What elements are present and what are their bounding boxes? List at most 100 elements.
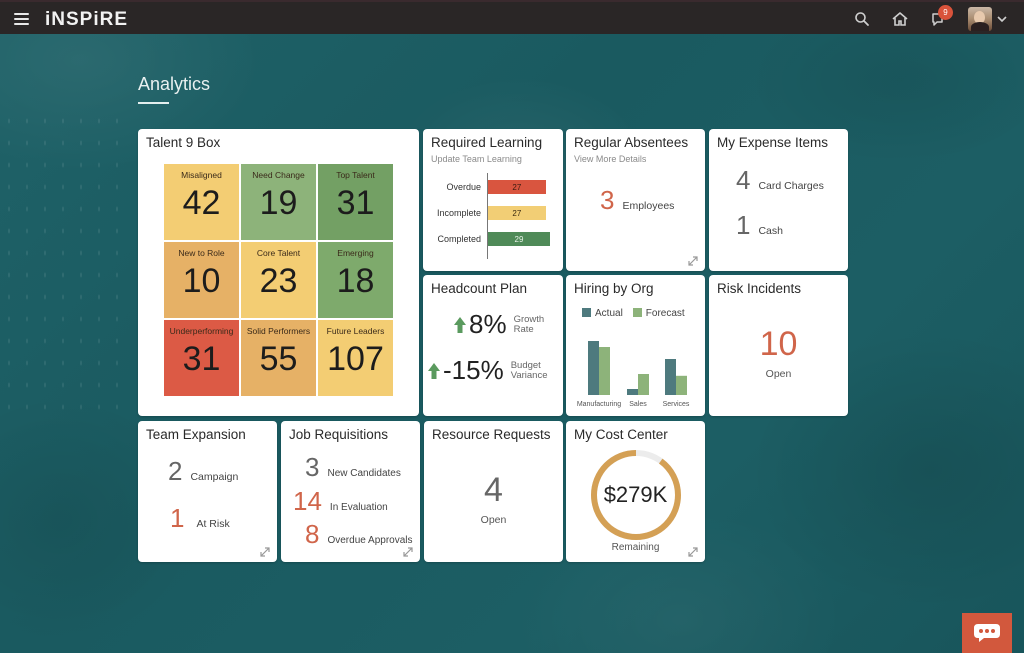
search-icon[interactable] (850, 7, 874, 31)
tile-my-cost-center[interactable]: My Cost Center $279K Remaining (566, 421, 705, 562)
chart-legend: Actual Forecast (582, 308, 685, 319)
legend-item-forecast: Forecast (632, 308, 685, 319)
at-risk-count: 1 (170, 503, 185, 533)
hiring-by-org-chart: Manufacturing Sales Services (577, 341, 690, 408)
update-team-learning-link[interactable]: Update Team Learning (431, 154, 522, 164)
view-more-details-link[interactable]: View More Details (574, 154, 646, 164)
talent-cell[interactable]: Top Talent 31 (318, 164, 393, 240)
chevron-down-icon[interactable] (996, 7, 1010, 31)
user-avatar[interactable] (968, 7, 992, 31)
talent-cell[interactable]: Solid Performers 55 (241, 320, 316, 396)
tile-regular-absentees[interactable]: Regular Absentees View More Details 3 Em… (566, 129, 705, 271)
bar-forecast-services[interactable] (676, 375, 687, 395)
absentees-label: Employees (622, 200, 675, 212)
tile-job-requisitions[interactable]: Job Requisitions 3 New Candidates 14 In … (281, 421, 420, 562)
resource-requests-count: 4 (484, 471, 503, 509)
bar-forecast-manufacturing[interactable] (599, 347, 610, 395)
tile-title: Headcount Plan (431, 281, 528, 296)
notifications-button[interactable]: 9 (926, 5, 953, 31)
menu-icon[interactable] (14, 13, 29, 25)
talent-cell[interactable]: Need Change 19 (241, 164, 316, 240)
new-candidates-stat: 3 New Candidates (305, 452, 401, 483)
bar-forecast-sales[interactable] (638, 374, 649, 395)
home-icon[interactable] (888, 7, 912, 31)
legend-label: Actual (595, 308, 623, 319)
at-risk-stat: 1 At Risk (170, 503, 230, 534)
talent-cell[interactable]: Future Leaders 107 (318, 320, 393, 396)
expand-icon[interactable] (687, 546, 699, 558)
talent-cell-value: 23 (259, 262, 298, 300)
talent-cell-label: Emerging (337, 248, 374, 258)
x-tick-label: Manufacturing (577, 401, 621, 408)
notification-badge: 9 (938, 5, 953, 20)
in-evaluation-stat: 14 In Evaluation (293, 486, 388, 517)
learning-bar-row[interactable]: Completed 29 (423, 232, 563, 246)
risk-incidents-count: 10 (759, 325, 798, 363)
learning-bar-row[interactable]: Overdue 27 (423, 180, 563, 194)
tile-required-learning[interactable]: Required Learning Update Team Learning O… (423, 129, 563, 271)
tile-title: Risk Incidents (717, 281, 802, 296)
cost-center-value: $279K (603, 482, 668, 507)
talent-9-box-grid: Misaligned 42 Need Change 19 Top Talent 31 New… (164, 164, 393, 396)
talent-cell[interactable]: Misaligned 42 (164, 164, 239, 240)
trend-up-icon (428, 362, 440, 379)
talent-cell[interactable]: Core Talent 23 (241, 242, 316, 318)
tile-title: Resource Requests (432, 427, 551, 442)
talent-cell[interactable]: Underperforming 31 (164, 320, 239, 396)
growth-rate-stat: 8% Growth Rate (453, 309, 544, 340)
talent-cell-value: 19 (259, 184, 298, 222)
resource-requests-label: Open (480, 514, 507, 526)
expand-icon[interactable] (687, 255, 699, 267)
tile-my-expense-items[interactable]: My Expense Items 4 Card Charges 1 Cash (709, 129, 848, 271)
bar-actual-sales[interactable] (627, 389, 638, 395)
cash-count: 1 (736, 210, 751, 240)
tile-talent-9-box[interactable]: Talent 9 Box Misaligned 42 Need Change 19 To… (138, 129, 419, 416)
tile-resource-requests[interactable]: Resource Requests 4 Open (424, 421, 563, 562)
tile-title: My Expense Items (717, 135, 829, 150)
campaign-label: Campaign (190, 471, 239, 483)
growth-rate-value: 8% (469, 309, 507, 339)
talent-cell-value: 55 (259, 340, 298, 378)
bar-actual-manufacturing[interactable] (588, 341, 599, 395)
talent-cell-value: 18 (336, 262, 375, 300)
campaign-stat: 2 Campaign (168, 456, 238, 487)
learning-bar: 27 (488, 180, 546, 194)
in-evaluation-label: In Evaluation (329, 502, 388, 513)
talent-cell-label: Misaligned (181, 170, 222, 180)
tile-title: Regular Absentees (574, 135, 689, 150)
card-charges-count: 4 (736, 165, 751, 195)
learning-bar-row[interactable]: Incomplete 27 (423, 206, 563, 220)
x-tick-label: Sales (629, 401, 647, 408)
budget-variance-label: Budget Variance (511, 360, 548, 381)
expand-icon[interactable] (259, 546, 271, 558)
legend-label: Forecast (645, 308, 685, 319)
absentees-count: 3 (600, 185, 615, 215)
new-candidates-label: New Candidates (327, 468, 401, 479)
learning-bar-label: Overdue (446, 182, 481, 192)
talent-cell-label: Need Change (252, 170, 305, 180)
chat-button[interactable] (962, 613, 1012, 653)
expense-row: 1 Cash (736, 210, 783, 241)
talent-cell-value: 42 (182, 184, 221, 222)
risk-incidents-label: Open (765, 368, 792, 380)
learning-bar: 29 (488, 232, 550, 246)
top-bar: iNSPiRE 9 (0, 0, 1024, 34)
x-tick-label: Services (663, 401, 690, 408)
tile-title: Talent 9 Box (146, 135, 221, 150)
tile-risk-incidents[interactable]: Risk Incidents 10 Open (709, 275, 848, 416)
page-title: Analytics (138, 74, 211, 94)
bar-actual-services[interactable] (665, 359, 676, 395)
tile-hiring-by-org[interactable]: Hiring by Org Actual Forecast Manufactur… (566, 275, 705, 416)
tile-headcount-plan[interactable]: Headcount Plan 8% Growth Rate -15% Budge… (423, 275, 563, 416)
expand-icon[interactable] (402, 546, 414, 558)
overdue-approvals-stat: 8 Overdue Approvals (305, 519, 413, 550)
talent-cell[interactable]: Emerging 18 (318, 242, 393, 318)
talent-cell-label: Solid Performers (246, 326, 311, 336)
learning-bar-label: Completed (437, 234, 481, 244)
campaign-count: 2 (168, 456, 183, 486)
talent-cell[interactable]: New to Role 10 (164, 242, 239, 318)
tile-team-expansion[interactable]: Team Expansion 2 Campaign 1 At Risk (138, 421, 277, 562)
app-logo[interactable]: iNSPiRE (45, 9, 128, 31)
absentees-stat: 3 Employees (600, 185, 674, 216)
new-candidates-count: 3 (305, 452, 320, 482)
